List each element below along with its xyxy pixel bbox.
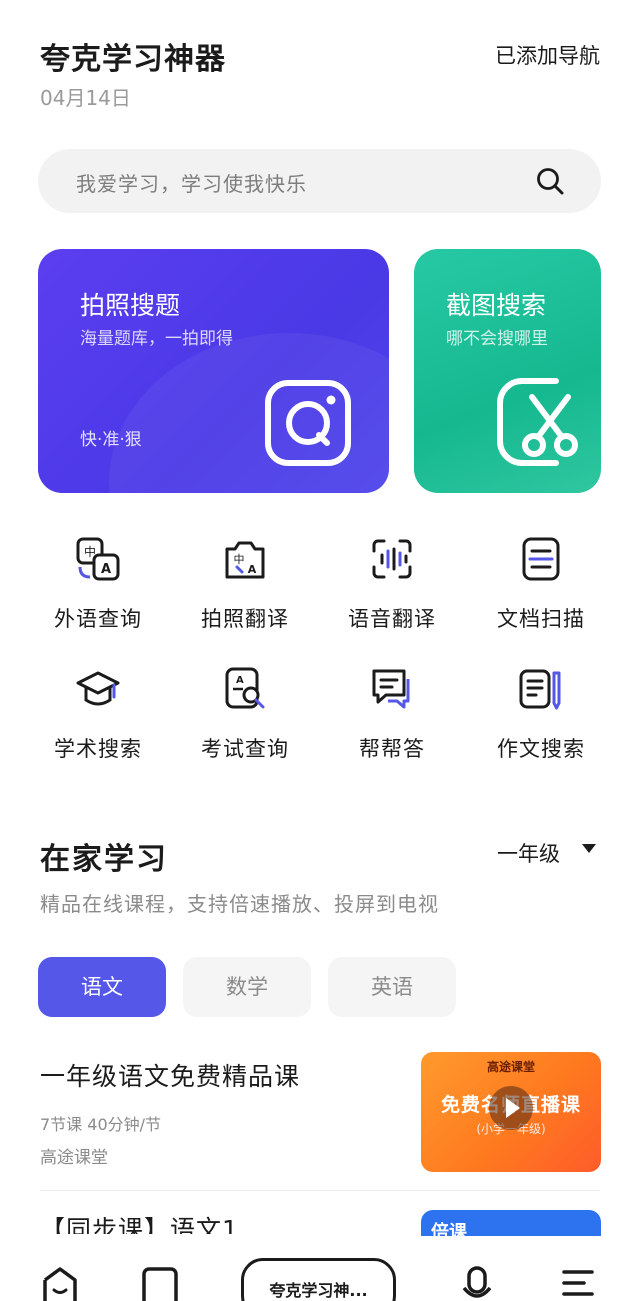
- tabs-icon[interactable]: [141, 1266, 179, 1301]
- svg-text:A: A: [101, 562, 111, 577]
- camera-translate-icon: 中 A: [225, 541, 265, 579]
- tool-label: 学术搜索: [54, 737, 142, 761]
- svg-text:A: A: [248, 563, 257, 576]
- microphone-icon[interactable]: [462, 1266, 492, 1301]
- tool-camera-translate[interactable]: 中 A 拍照翻译: [171, 537, 319, 647]
- essay-search-icon: [519, 669, 561, 710]
- tool-help-answer[interactable]: 帮帮答: [318, 667, 466, 777]
- tool-academic-search[interactable]: 学术搜索: [24, 667, 172, 777]
- tool-foreign-language[interactable]: 中 A 外语查询: [24, 537, 172, 647]
- section-subtitle: 精品在线课程，支持倍速播放、投屏到电视: [40, 892, 439, 916]
- course-meta: 7节课 40分钟/节: [40, 1115, 162, 1134]
- document-scan-icon: [522, 537, 560, 581]
- search-bar[interactable]: 我爱学习，学习使我快乐: [38, 149, 601, 213]
- screenshot-search-subtitle: 哪不会搜哪里: [446, 329, 548, 349]
- exam-search-icon: A: [225, 667, 265, 709]
- tool-essay-search[interactable]: 作文搜索: [467, 667, 615, 777]
- academic-cap-icon: [76, 671, 120, 706]
- tool-label: 帮帮答: [359, 737, 425, 761]
- home-icon[interactable]: [42, 1266, 78, 1301]
- play-icon[interactable]: [489, 1086, 533, 1130]
- tab-chinese[interactable]: 语文: [38, 957, 166, 1017]
- photo-search-subtitle: 海量题库，一拍即得: [80, 329, 233, 349]
- course-title[interactable]: 一年级语文免费精品课: [40, 1057, 300, 1093]
- camera-lens-icon: [265, 380, 351, 466]
- photo-search-title: 拍照搜题: [80, 291, 181, 320]
- course-title[interactable]: 【同步课】语文1: [40, 1210, 239, 1234]
- voice-translate-icon: [372, 539, 412, 579]
- tool-label: 拍照翻译: [201, 607, 289, 631]
- divider: [40, 1190, 600, 1191]
- chat-answer-icon: [372, 669, 410, 709]
- search-icon[interactable]: [535, 166, 565, 196]
- tool-label: 作文搜索: [497, 737, 585, 761]
- course-source: 高途课堂: [40, 1148, 108, 1168]
- foreign-language-icon: 中 A: [76, 537, 120, 581]
- header: 夸克学习神器 04月14日 已添加导航: [40, 34, 600, 114]
- menu-icon[interactable]: [560, 1266, 596, 1301]
- caret-down-icon[interactable]: [582, 844, 596, 853]
- tool-exam-search[interactable]: A 考试查询: [171, 667, 319, 777]
- photo-search-card[interactable]: 拍照搜题 海量题库，一拍即得 快·准·狠: [38, 249, 389, 493]
- screenshot-search-card[interactable]: 截图搜索 哪不会搜哪里: [414, 249, 601, 493]
- photo-search-tag: 快·准·狠: [80, 430, 142, 450]
- page-title: 夸克学习神器: [40, 42, 226, 77]
- tool-document-scan[interactable]: 文档扫描: [467, 537, 615, 647]
- current-app-pill[interactable]: 夸克学习神...: [241, 1258, 396, 1301]
- current-app-label: 夸克学习神...: [269, 1281, 368, 1300]
- tab-english[interactable]: 英语: [328, 957, 456, 1017]
- course-thumbnail[interactable]: 高途课堂 免费名师直播课 (小学一年级): [421, 1052, 601, 1172]
- svg-text:A: A: [236, 675, 244, 686]
- grade-selector[interactable]: 一年级: [497, 838, 560, 868]
- tool-label: 语音翻译: [348, 607, 436, 631]
- bottom-navigation: 夸克学习神...: [0, 1236, 640, 1301]
- tool-label: 外语查询: [54, 607, 142, 631]
- tool-label: 文档扫描: [497, 607, 585, 631]
- section-title: 在家学习: [40, 842, 168, 877]
- screenshot-search-title: 截图搜索: [446, 291, 547, 320]
- tool-voice-translate[interactable]: 语音翻译: [318, 537, 466, 647]
- svg-text:中: 中: [234, 553, 245, 566]
- added-to-nav-button[interactable]: 已添加导航: [495, 40, 600, 70]
- tab-math[interactable]: 数学: [183, 957, 311, 1017]
- tool-label: 考试查询: [201, 737, 289, 761]
- search-placeholder: 我爱学习，学习使我快乐: [76, 172, 307, 196]
- scissors-icon: [497, 378, 578, 466]
- thumbnail-brand: 高途课堂: [486, 1060, 535, 1074]
- date-label: 04月14日: [40, 86, 131, 110]
